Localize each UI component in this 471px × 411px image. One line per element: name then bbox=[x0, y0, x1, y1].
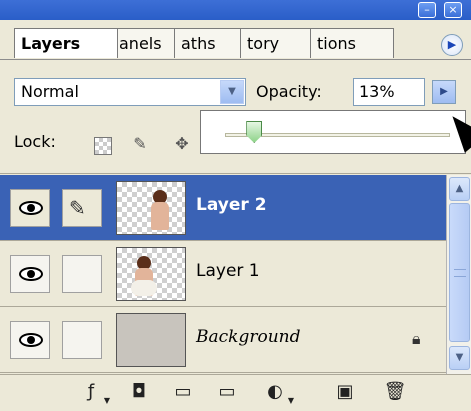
blend-mode-value: Normal bbox=[21, 82, 79, 101]
lock-transparency-icon[interactable] bbox=[94, 137, 112, 155]
visibility-toggle[interactable] bbox=[10, 189, 50, 227]
layer-mask-icon[interactable]: ◘ bbox=[126, 379, 152, 405]
adjustment-layer-icon[interactable]: ◐ ▼ bbox=[262, 379, 294, 405]
scroll-down-icon[interactable]: ▼ bbox=[449, 346, 470, 370]
blend-mode-select[interactable]: Normal ▼ bbox=[14, 78, 246, 106]
layer-name: Layer 2 bbox=[196, 195, 267, 215]
visibility-toggle[interactable] bbox=[10, 321, 50, 359]
new-group-icon[interactable]: ▭ bbox=[170, 379, 196, 405]
visibility-toggle[interactable] bbox=[10, 255, 50, 293]
tab-label: tory bbox=[247, 34, 280, 53]
opacity-slider-thumb[interactable] bbox=[246, 121, 263, 143]
layer-row[interactable]: Layer 1 bbox=[0, 241, 446, 307]
tab-label: tions bbox=[317, 34, 356, 53]
layer-thumbnail bbox=[116, 247, 186, 301]
panel-tabs: Layers anels aths tory tions ▶ bbox=[0, 20, 471, 60]
layers-scrollbar[interactable]: ▲ ▼ bbox=[446, 175, 471, 374]
blend-row: Normal ▼ Opacity: 13% ▶ bbox=[0, 60, 471, 114]
tab-history[interactable]: tory bbox=[240, 28, 316, 58]
scroll-thumb[interactable] bbox=[449, 203, 470, 342]
close-icon[interactable]: × bbox=[444, 2, 462, 18]
layer-name: Background bbox=[196, 327, 301, 347]
layer-row[interactable]: ✎ Layer 2 bbox=[0, 175, 446, 241]
link-cell[interactable] bbox=[62, 255, 102, 293]
tab-actions[interactable]: tions bbox=[310, 28, 394, 58]
new-layer-icon[interactable]: ▣ bbox=[332, 379, 358, 405]
layer-row[interactable]: Background 🔒︎ bbox=[0, 307, 446, 373]
link-cell[interactable]: ✎ bbox=[62, 189, 102, 227]
opacity-slider-popup bbox=[200, 110, 466, 154]
tab-label: Layers bbox=[21, 34, 81, 53]
tab-channels[interactable]: anels bbox=[112, 28, 180, 58]
layers-list: ✎ Layer 2 Layer 1 Background 🔒︎ bbox=[0, 175, 446, 374]
opacity-label: Opacity: bbox=[256, 82, 322, 101]
layer-thumbnail bbox=[116, 181, 186, 235]
tab-label: aths bbox=[181, 34, 216, 53]
new-group-alt-icon[interactable]: ▭ bbox=[214, 379, 240, 405]
eye-icon bbox=[19, 201, 43, 215]
scroll-up-icon[interactable]: ▲ bbox=[449, 177, 470, 201]
layer-thumbnail bbox=[116, 313, 186, 367]
layer-name: Layer 1 bbox=[196, 261, 260, 281]
lock-label: Lock: bbox=[14, 132, 56, 151]
layers-bottom-toolbar: ƒ ▼ ◘ ▭ ▭ ◐ ▼ ▣ 🗑︎ bbox=[0, 374, 471, 411]
opacity-input[interactable]: 13% bbox=[353, 78, 425, 106]
layer-style-icon[interactable]: ƒ ▼ bbox=[78, 379, 110, 405]
tab-label: anels bbox=[119, 34, 162, 53]
trash-icon[interactable]: 🗑︎ bbox=[382, 379, 408, 405]
eye-icon bbox=[19, 333, 43, 347]
lock-position-icon[interactable]: ✥ bbox=[172, 134, 192, 154]
chevron-down-icon[interactable]: ▼ bbox=[220, 80, 244, 104]
opacity-slider-toggle-icon[interactable]: ▶ bbox=[432, 80, 456, 104]
tab-paths[interactable]: aths bbox=[174, 28, 246, 58]
grip-icon bbox=[454, 269, 466, 277]
brush-icon: ✎ bbox=[69, 196, 86, 220]
window-titlebar: – × bbox=[0, 0, 471, 20]
tab-layers[interactable]: Layers bbox=[14, 28, 118, 58]
eye-icon bbox=[19, 267, 43, 281]
link-cell[interactable] bbox=[62, 321, 102, 359]
panel-menu-icon[interactable]: ▶ bbox=[441, 34, 463, 56]
minimize-icon[interactable]: – bbox=[418, 2, 436, 18]
lock-icon: 🔒︎ bbox=[412, 329, 421, 348]
lock-image-brush-icon[interactable]: ✎ bbox=[130, 134, 150, 154]
